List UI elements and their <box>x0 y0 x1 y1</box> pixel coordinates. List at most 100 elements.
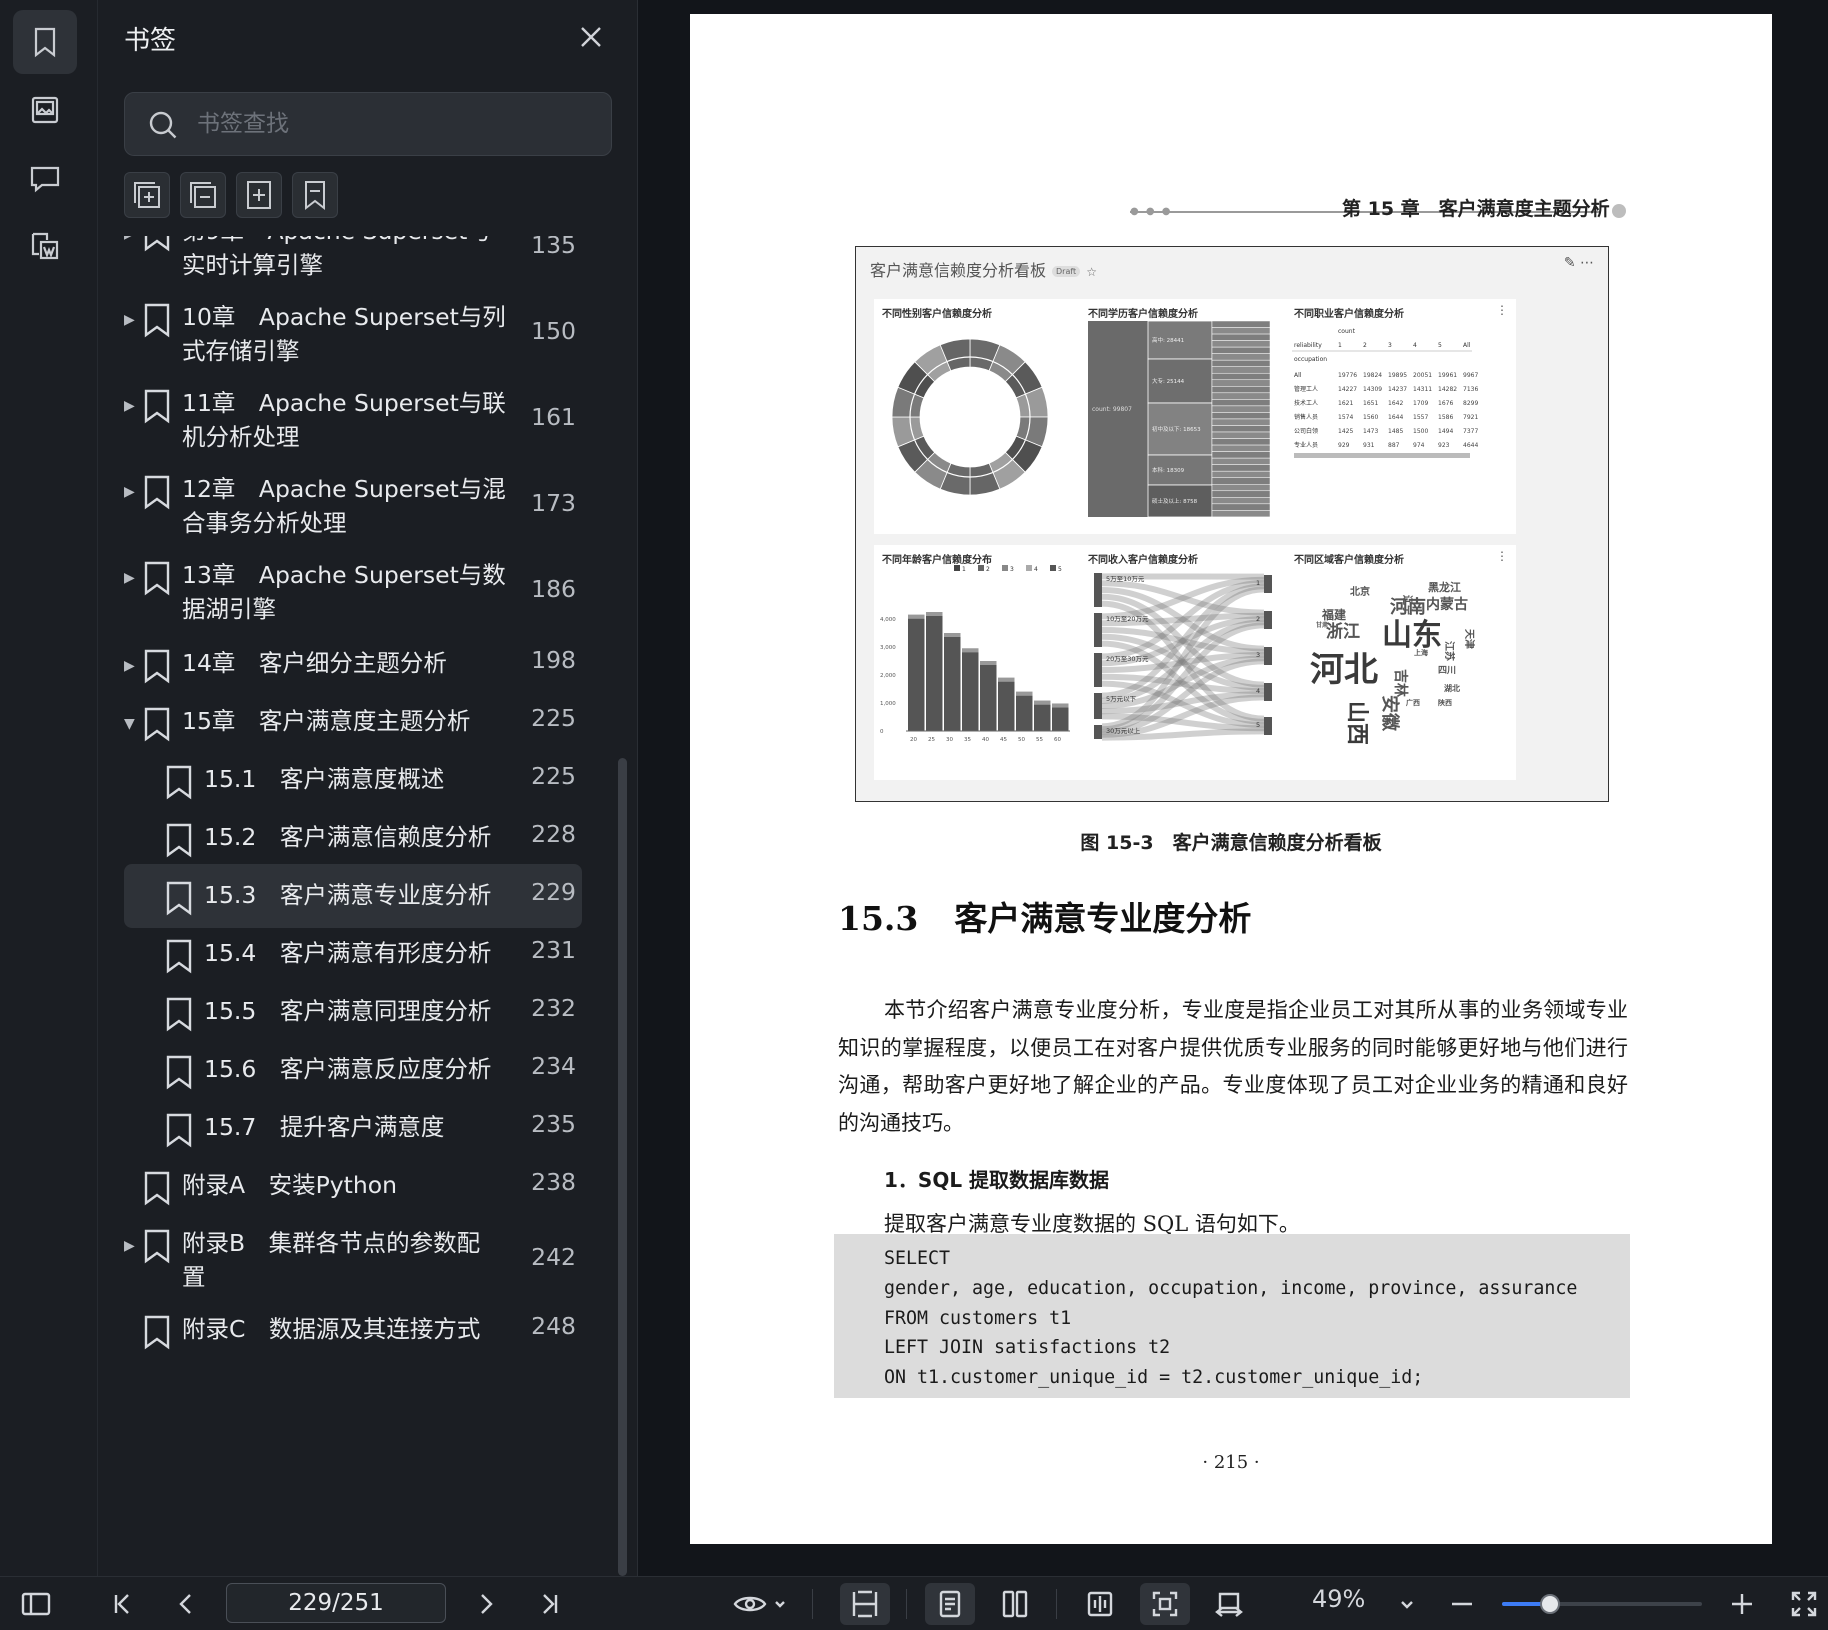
bookmark-label: 10章 Apache Superset与列 式存储引擎 <box>182 300 506 368</box>
sankey-node <box>1094 573 1102 607</box>
bookmark-label: 15.5 客户满意同理度分析 <box>204 994 491 1028</box>
table-cell: 1709 <box>1413 400 1428 407</box>
fit-page-button[interactable] <box>1140 1583 1190 1625</box>
table-header: occupation <box>1294 356 1327 363</box>
add-bookmark-icon <box>134 182 160 208</box>
fit-width-button[interactable] <box>840 1583 890 1625</box>
add-bookmark-button[interactable] <box>124 172 170 218</box>
dashboard-figure: 客户满意信赖度分析看板Draft☆ ✎ ⋯ 不同性别客户信赖度分析⋮ 不同学历客… <box>855 246 1609 802</box>
fullscreen-button[interactable] <box>1786 1583 1822 1625</box>
caret-right-icon[interactable]: ▶ <box>124 658 138 674</box>
first-page-button[interactable] <box>100 1583 144 1625</box>
zoom-out-button[interactable] <box>1442 1583 1482 1625</box>
two-page-button[interactable] <box>990 1583 1040 1625</box>
bookmark-icon <box>164 822 194 858</box>
single-page-button[interactable] <box>925 1583 975 1625</box>
table-cell: 8299 <box>1463 400 1478 407</box>
word-cloud-word: 天津 <box>1463 629 1476 649</box>
bookmark-page-number: 150 <box>531 317 576 345</box>
bookmark-icon <box>34 27 56 58</box>
table-cell: 1494 <box>1438 428 1453 435</box>
bookmark-label: 15.4 客户满意有形度分析 <box>204 936 491 970</box>
toggle-sidebar-button[interactable] <box>14 1583 58 1625</box>
histogram-bar-cap <box>1052 703 1069 708</box>
bookmark-icon <box>164 1054 194 1090</box>
table-cell: 19776 <box>1338 372 1357 379</box>
zoom-in-button[interactable] <box>1722 1583 1762 1625</box>
chevron-down-icon <box>1401 1601 1413 1609</box>
table-header: 2 <box>1363 342 1367 349</box>
table-cell: 4644 <box>1463 442 1478 449</box>
search-icon <box>149 111 177 139</box>
sankey-label: 5 <box>1256 721 1260 729</box>
comments-rail-button[interactable] <box>13 146 77 210</box>
zoom-slider[interactable] <box>1502 1594 1702 1614</box>
bookmark-label-line: 15.5 客户满意同理度分析 <box>204 997 492 1025</box>
zoom-dropdown[interactable] <box>1392 1583 1422 1625</box>
treemap-leaf <box>1211 484 1271 492</box>
fullscreen-icon <box>1791 1591 1817 1617</box>
treemap-label: count: 99807 <box>1092 406 1132 413</box>
thumbnails-rail-button[interactable] <box>13 78 77 142</box>
sankey-label: 3 <box>1256 651 1260 659</box>
reading-mode-dropdown[interactable] <box>728 1583 792 1625</box>
legend-swatch <box>978 565 984 571</box>
close-panel-button[interactable] <box>574 20 608 54</box>
rotate-button[interactable] <box>1204 1583 1254 1625</box>
zoom-slider-knob[interactable] <box>1540 1594 1560 1614</box>
tile-occupation: 不同职业客户信赖度分析 ⋮ count reliability 1 2 3 4 5 All occ… <box>1286 299 1516 534</box>
bookmark-search-input[interactable] <box>197 93 597 155</box>
collapse-bookmarks-button[interactable] <box>180 172 226 218</box>
word-cloud-word: 湖北 <box>1444 683 1460 693</box>
previous-page-button[interactable] <box>164 1583 208 1625</box>
chevron-left-icon <box>179 1594 191 1614</box>
figure-caption: 图 15-3 客户满意信赖度分析看板 <box>1080 832 1382 854</box>
book-mode-button[interactable] <box>1075 1583 1125 1625</box>
caret-right-icon[interactable]: ▶ <box>124 312 138 328</box>
minus-icon <box>1452 1602 1472 1606</box>
bookmark-remove-icon <box>305 181 325 211</box>
bookmark-scrollbar[interactable] <box>618 758 627 1576</box>
word-cloud-word: 四川 <box>1438 665 1456 676</box>
treemap-leaf <box>1211 379 1271 387</box>
last-page-button[interactable] <box>528 1583 572 1625</box>
bookmark-page-number: 248 <box>531 1312 576 1340</box>
single-page-icon <box>939 1590 961 1618</box>
document-page: ● ● ● 第 15 章 客户满意度主题分析 客户满意信赖度分析看板Draft☆… <box>690 14 1772 1544</box>
remove-bookmark-button[interactable] <box>292 172 338 218</box>
treemap-leaf <box>1211 477 1271 485</box>
code-line: FROM customers t1 <box>884 1307 1072 1329</box>
code-line: SELECT <box>884 1248 951 1269</box>
table-cell: 14309 <box>1363 386 1382 393</box>
bookmarks-rail-button[interactable] <box>13 10 77 74</box>
treemap-leaf <box>1211 510 1271 518</box>
treemap-leaf <box>1211 431 1271 439</box>
treemap-root <box>1088 321 1148 517</box>
caret-right-icon[interactable]: ▶ <box>124 484 138 500</box>
bookmark-label: 附录B 集群各节点的参数配置 <box>182 1226 480 1294</box>
bookmark-page-number: 161 <box>531 403 576 431</box>
caret-right-icon[interactable]: ▶ <box>124 570 138 586</box>
rotate-icon <box>1215 1592 1243 1617</box>
caret-right-icon[interactable]: ▶ <box>124 236 138 242</box>
caret-right-icon[interactable]: ▶ <box>124 1238 138 1254</box>
sankey-node <box>1264 611 1272 629</box>
page-number-input[interactable]: 229/251 <box>226 1583 446 1623</box>
x-tick-label: 30 <box>946 737 953 743</box>
bookmark-label: 14章 客户细分主题分析 <box>182 646 447 680</box>
section-title: 客户满意专业度分析 <box>954 899 1252 938</box>
add-child-bookmark-button[interactable] <box>236 172 282 218</box>
caret-right-icon[interactable]: ▶ <box>124 398 138 414</box>
caret-down-icon[interactable]: ▼ <box>124 716 138 732</box>
histogram-bar <box>998 677 1015 731</box>
table-cell: 923 <box>1438 442 1450 449</box>
legend-label: 3 <box>1010 566 1014 573</box>
treemap-leaf <box>1211 425 1271 433</box>
next-page-button[interactable] <box>464 1583 508 1625</box>
table-cell: 管理工人 <box>1294 385 1318 393</box>
table-cell: 1560 <box>1363 414 1378 421</box>
export-rail-button[interactable] <box>13 214 77 278</box>
table-cell: 14227 <box>1338 386 1357 393</box>
book-icon <box>1087 1591 1113 1617</box>
zoom-level[interactable]: 49% <box>1312 1585 1365 1613</box>
